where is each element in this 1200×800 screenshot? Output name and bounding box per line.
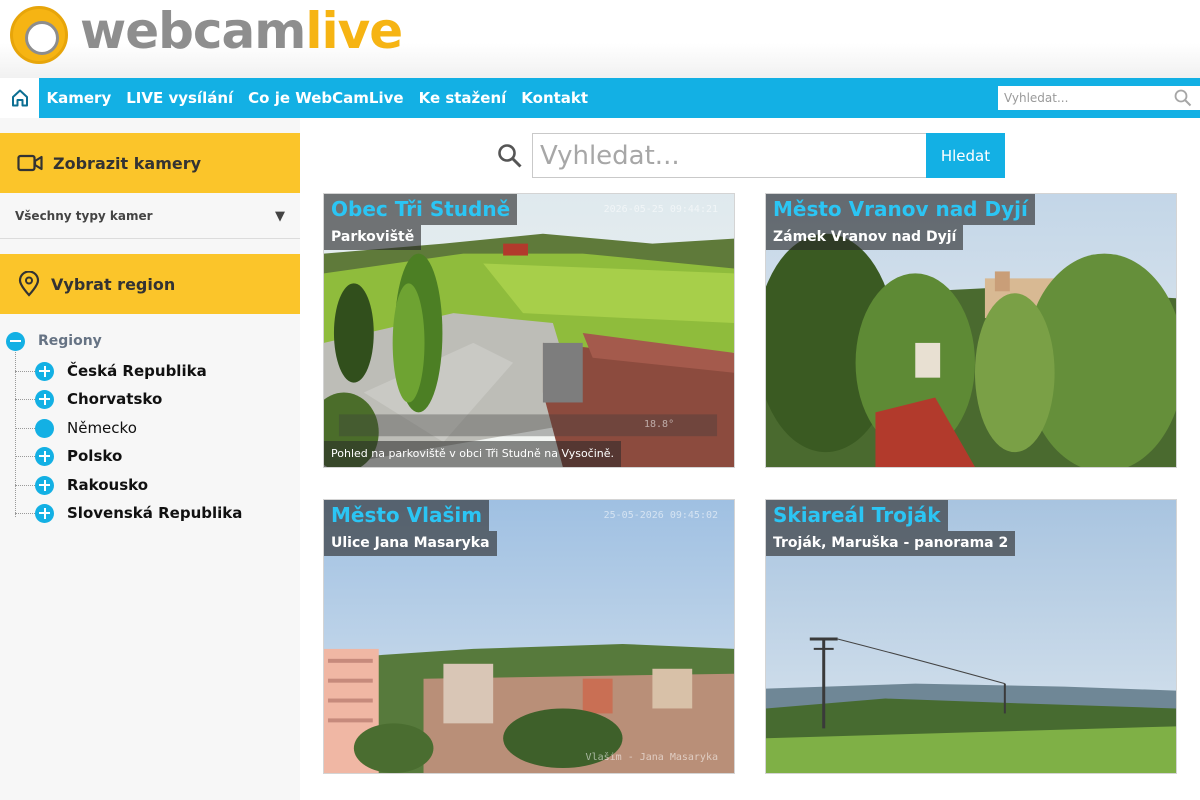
collapse-minus-icon[interactable] <box>6 331 25 351</box>
region-item[interactable]: Rakousko <box>15 474 148 496</box>
home-button[interactable] <box>0 78 39 118</box>
camera-card[interactable]: Skiareál Troják Troják, Maruška - panora… <box>765 499 1177 774</box>
search-button[interactable]: Hledat <box>926 133 1005 178</box>
camera-card[interactable]: 2026-05-25 09:44:21 18.8° Obec Tři Studn… <box>323 193 735 468</box>
main-nav: Kamery LIVE vysílání Co je WebCamLive Ke… <box>0 78 1200 118</box>
region-label[interactable]: Německo <box>67 419 137 437</box>
tree-connector <box>15 370 35 372</box>
show-cameras-button[interactable]: Zobrazit kamery <box>0 133 300 193</box>
search-icon[interactable] <box>1174 89 1192 107</box>
camera-title[interactable]: Město Vlašim <box>324 500 490 531</box>
tree-root-regions[interactable]: Regiony <box>6 330 102 352</box>
logo-text: webcamlive <box>80 2 403 60</box>
expand-plus-icon[interactable] <box>35 475 54 495</box>
region-label[interactable]: Polsko <box>67 447 122 465</box>
sidebar: Zobrazit kamery Všechny typy kamer ▼ Vyb… <box>0 118 300 800</box>
logo-text-web: webcam <box>80 2 306 60</box>
camera-subtitle: Zámek Vranov nad Dyjí <box>766 225 964 250</box>
select-region-button[interactable]: Vybrat region <box>0 254 300 314</box>
video-camera-icon <box>17 154 43 172</box>
logo[interactable]: webcamlive <box>8 2 408 74</box>
tree-connector <box>15 512 35 514</box>
nav-item-about[interactable]: Co je WebCamLive <box>241 89 411 107</box>
region-item[interactable]: Německo <box>15 417 137 439</box>
camera-title[interactable]: Obec Tři Studně <box>324 194 518 225</box>
logo-text-live: live <box>305 2 403 60</box>
camera-description: Pohled na parkoviště v obci Tři Studně n… <box>324 441 622 467</box>
temperature: 18.8° <box>644 419 675 430</box>
expand-plus-icon[interactable] <box>35 503 54 523</box>
timestamp: 25-05-2026 09:45:02 <box>603 510 718 521</box>
camera-card[interactable]: Město Vranov nad Dyjí Zámek Vranov nad D… <box>765 193 1177 468</box>
chevron-down-icon: ▼ <box>275 209 285 224</box>
nav-item-live[interactable]: LIVE vysílání <box>119 89 241 107</box>
nav-item-contact[interactable]: Kontakt <box>514 89 596 107</box>
show-cameras-label: Zobrazit kamery <box>53 153 202 173</box>
nav-search <box>998 86 1200 110</box>
tree-connector <box>15 427 35 429</box>
leaf-dot-icon <box>35 418 54 438</box>
camera-type-value: Všechny typy kamer <box>15 208 153 223</box>
region-label[interactable]: Slovenská Republika <box>67 504 242 522</box>
camera-subtitle: Troják, Maruška - panorama 2 <box>766 531 1016 556</box>
header: webcamlive <box>0 0 1200 78</box>
region-label[interactable]: Česká Republika <box>67 362 207 380</box>
region-item[interactable]: Slovenská Republika <box>15 502 242 524</box>
nav-item-downloads[interactable]: Ke stažení <box>411 89 514 107</box>
select-region-label: Vybrat region <box>51 274 176 294</box>
tree-connector <box>15 484 35 486</box>
home-icon <box>11 89 28 107</box>
timestamp: 2026-05-25 09:44:21 <box>603 204 718 215</box>
region-item[interactable]: Chorvatsko <box>15 388 162 410</box>
expand-plus-icon[interactable] <box>35 446 54 466</box>
region-item[interactable]: Česká Republika <box>15 360 207 382</box>
tree-connector <box>15 455 35 457</box>
logo-camera-icon <box>10 6 68 64</box>
region-item[interactable]: Polsko <box>15 445 122 467</box>
camera-card[interactable]: 25-05-2026 09:45:02 Vlašim - Jana Masary… <box>323 499 735 774</box>
camera-subtitle: Parkoviště <box>324 225 422 250</box>
nav-search-input[interactable] <box>998 86 1168 110</box>
expand-plus-icon[interactable] <box>35 389 54 409</box>
main-search: Hledat <box>497 133 1005 178</box>
camera-title[interactable]: Město Vranov nad Dyjí <box>766 194 1035 225</box>
camera-title[interactable]: Skiareál Troják <box>766 500 948 531</box>
watermark: Vlašim - Jana Masaryka <box>585 752 718 763</box>
tree-connector <box>15 398 35 400</box>
camera-subtitle: Ulice Jana Masaryka <box>324 531 497 556</box>
tree-root-label: Regiony <box>38 333 102 349</box>
region-label[interactable]: Rakousko <box>67 476 148 494</box>
nav-items: Kamery LIVE vysílání Co je WebCamLive Ke… <box>39 78 596 118</box>
region-label[interactable]: Chorvatsko <box>67 390 162 408</box>
search-icon <box>497 133 532 178</box>
expand-plus-icon[interactable] <box>35 361 54 381</box>
main-search-input[interactable] <box>532 133 926 178</box>
camera-type-select[interactable]: Všechny typy kamer ▼ <box>0 193 300 239</box>
location-pin-icon <box>18 271 40 297</box>
nav-item-kamery[interactable]: Kamery <box>39 89 119 107</box>
